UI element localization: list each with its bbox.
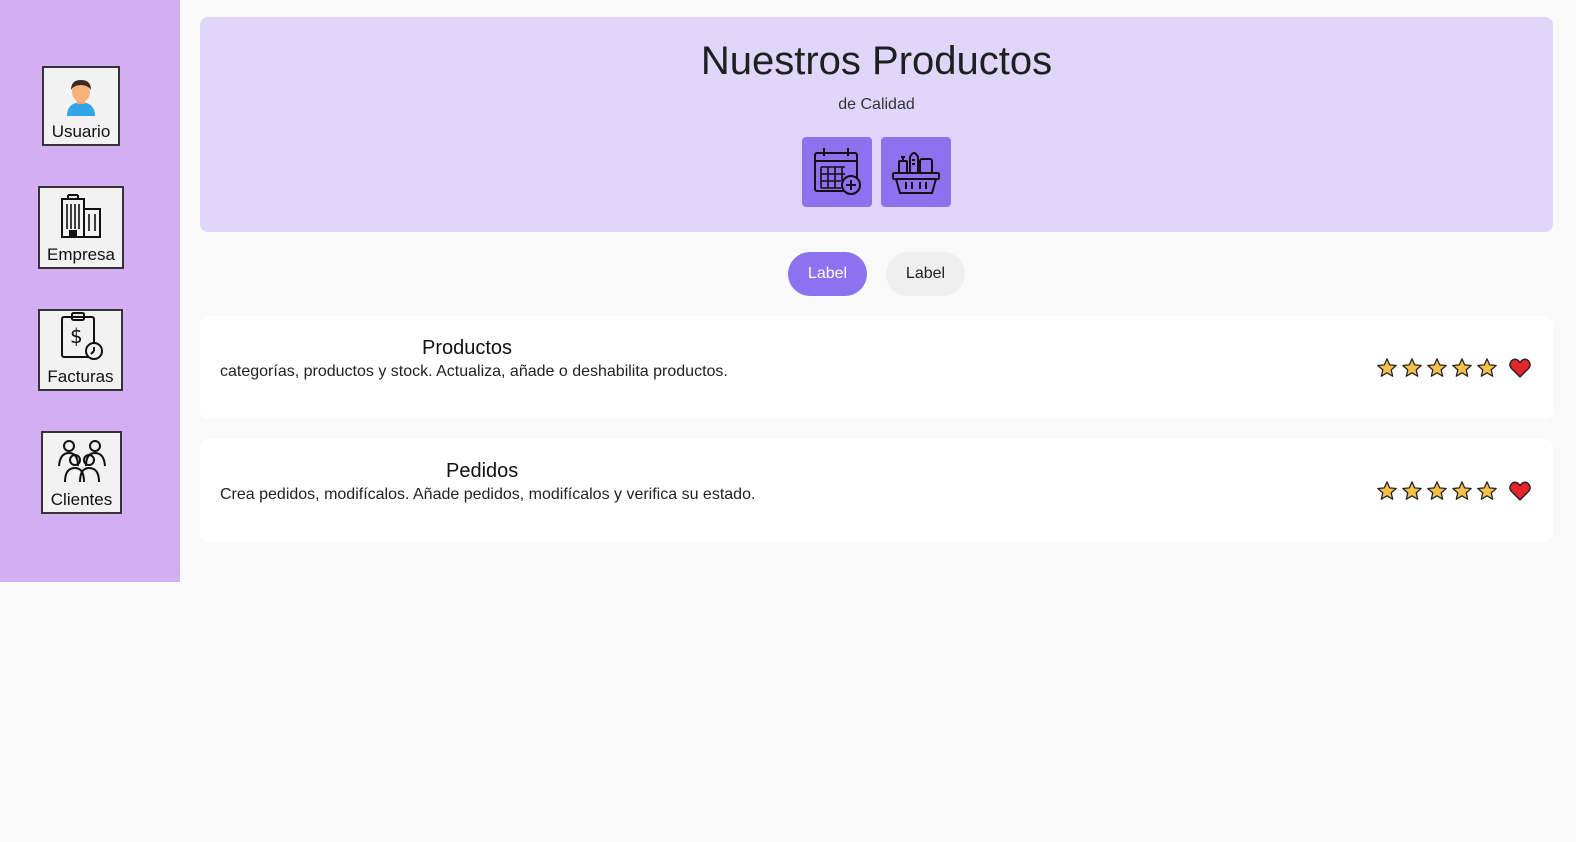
hero-banner: Nuestros Productos de Calidad — [200, 17, 1553, 232]
card-description: Crea pedidos, modifícalos. Añade pedidos… — [220, 486, 756, 503]
star-icon[interactable] — [1476, 480, 1498, 502]
grocery-basket-icon — [890, 145, 942, 200]
sidebar-item-facturas[interactable]: $ Facturas — [38, 309, 123, 391]
star-icon[interactable] — [1401, 480, 1423, 502]
sidebar-item-label: Usuario — [51, 122, 111, 141]
star-icon[interactable] — [1376, 480, 1398, 502]
star-icon[interactable] — [1451, 480, 1473, 502]
heart-icon[interactable] — [1508, 356, 1532, 380]
star-icon[interactable] — [1401, 357, 1423, 379]
heart-icon[interactable] — [1508, 479, 1532, 503]
grocery-basket-button[interactable] — [881, 137, 951, 207]
user-icon — [61, 76, 101, 121]
calendar-add-icon — [811, 145, 863, 200]
calendar-add-button[interactable] — [802, 137, 872, 207]
star-icon[interactable] — [1376, 357, 1398, 379]
building-icon — [58, 193, 104, 244]
sidebar-item-empresa[interactable]: Empresa — [38, 186, 124, 269]
card-productos: Productos categorías, productos y stock.… — [200, 316, 1553, 419]
sidebar-item-label: Clientes — [50, 490, 113, 509]
page-subtitle: de Calidad — [838, 96, 915, 113]
filter-chip[interactable]: Label — [886, 252, 965, 296]
star-rating — [1376, 480, 1498, 502]
card-title: Productos — [422, 337, 513, 359]
star-icon[interactable] — [1426, 480, 1448, 502]
card-title: Pedidos — [446, 460, 519, 482]
sidebar-item-clientes[interactable]: Clientes — [41, 431, 122, 514]
card-pedidos: Pedidos Crea pedidos, modifícalos. Añade… — [200, 439, 1553, 542]
sidebar-item-usuario[interactable]: Usuario — [42, 66, 120, 146]
invoice-icon: $ — [58, 311, 104, 366]
star-icon[interactable] — [1476, 357, 1498, 379]
star-rating — [1376, 357, 1498, 379]
sidebar-item-label: Empresa — [46, 245, 116, 264]
card-description: categorías, productos y stock. Actualiza… — [220, 363, 728, 380]
star-icon[interactable] — [1451, 357, 1473, 379]
page-title: Nuestros Productos — [700, 39, 1053, 83]
sidebar: Usuario Empresa $ Facturas Clientes — [0, 0, 180, 582]
group-icon — [57, 438, 107, 489]
sidebar-item-label: Facturas — [47, 367, 114, 386]
svg-text:$: $ — [70, 324, 83, 348]
filter-chip-active[interactable]: Label — [788, 252, 867, 296]
star-icon[interactable] — [1426, 357, 1448, 379]
